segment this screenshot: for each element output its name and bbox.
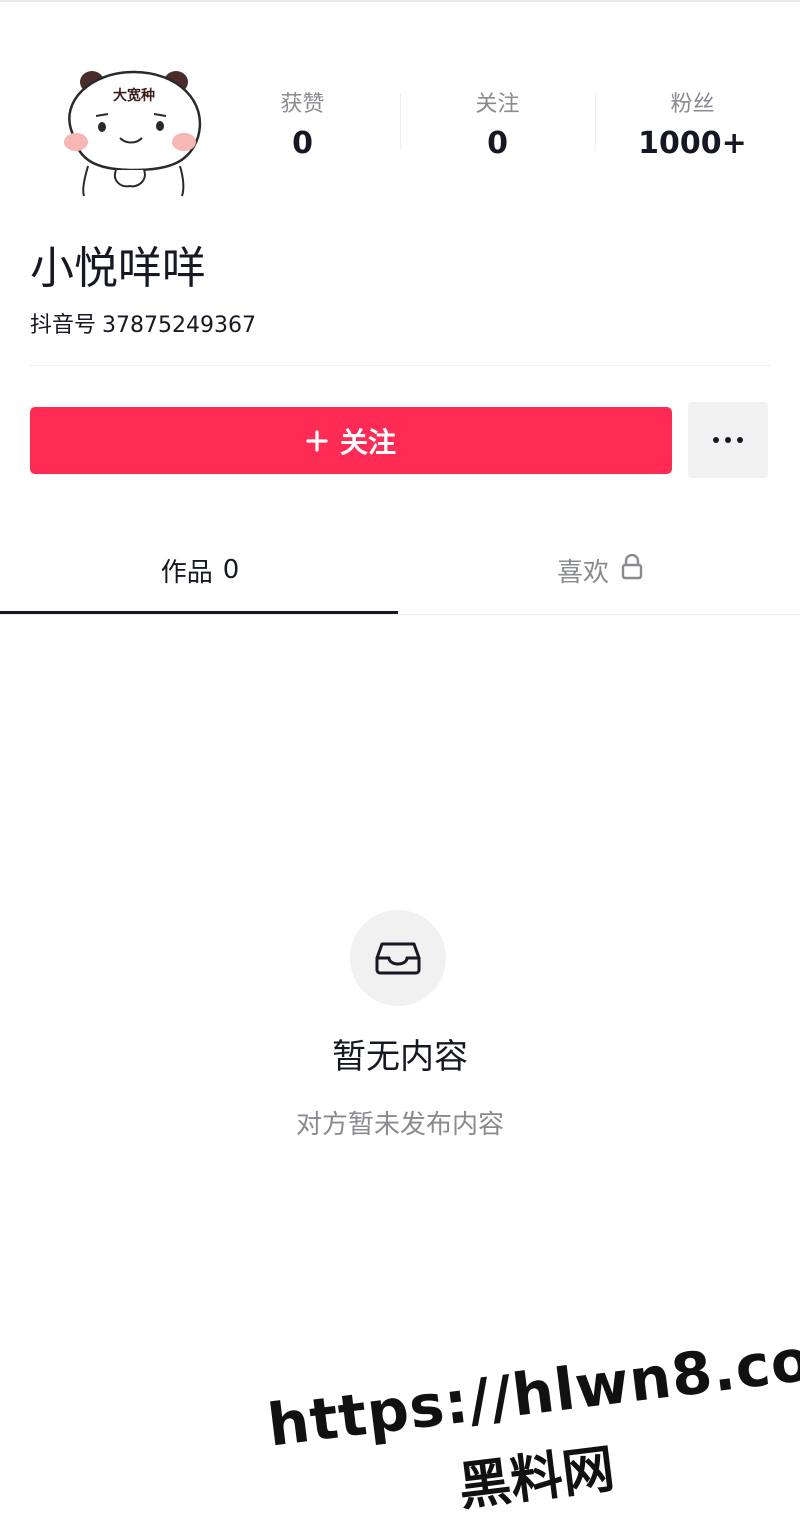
follow-button[interactable]: 关注 [30, 407, 672, 474]
empty-state-icon-container [350, 910, 446, 1006]
stat-followers-label: 粉丝 [670, 92, 715, 117]
avatar-caption: 大宽种 [113, 87, 155, 104]
watermark: https://hlwn8.com 黑料网 [262, 1309, 800, 1514]
more-icon [713, 437, 743, 443]
lock-icon [621, 553, 643, 587]
tab-likes[interactable]: 喜欢 [400, 530, 800, 610]
stat-likes-label: 获赞 [280, 92, 325, 117]
stat-followers-value: 1000+ [638, 126, 747, 161]
more-options-button[interactable] [688, 402, 768, 478]
avatar[interactable]: 大宽种 [50, 62, 210, 202]
empty-state-title: 暂无内容 [332, 1037, 468, 1077]
tab-likes-label: 喜欢 [556, 557, 609, 588]
top-divider [0, 0, 800, 2]
tab-works-count: 0 [222, 555, 240, 585]
empty-state-subtitle: 对方暂未发布内容 [295, 1110, 504, 1140]
inbox-icon [375, 942, 421, 975]
follow-button-label: 关注 [339, 425, 396, 459]
divider [30, 365, 770, 366]
stat-likes[interactable]: 获赞 0 [205, 88, 400, 168]
nickname: 小悦咩咩 [30, 243, 206, 294]
plus-icon [306, 425, 328, 457]
panda-avatar-image: 大宽种 [64, 70, 202, 197]
stat-following[interactable]: 关注 0 [400, 88, 595, 168]
account-id-value: 37875249367 [102, 313, 256, 338]
profile-page: 大宽种 获赞 0 关注 0 粉丝 1000+ 小悦咩咩 抖音号 378752493… [0, 0, 800, 1514]
tab-works-label: 作品 [160, 557, 213, 588]
profile-tabs: 作品 0 喜欢 [0, 530, 800, 616]
account-id: 抖音号 37875249367 [30, 310, 256, 342]
account-id-label: 抖音号 [30, 313, 97, 338]
stat-likes-value: 0 [292, 126, 313, 161]
tab-divider [0, 614, 800, 615]
stat-followers[interactable]: 粉丝 1000+ [595, 88, 790, 168]
stat-following-value: 0 [487, 126, 508, 161]
tab-works[interactable]: 作品 0 [0, 530, 400, 610]
stats-row: 获赞 0 关注 0 粉丝 1000+ [205, 88, 800, 168]
stat-following-label: 关注 [475, 92, 520, 117]
